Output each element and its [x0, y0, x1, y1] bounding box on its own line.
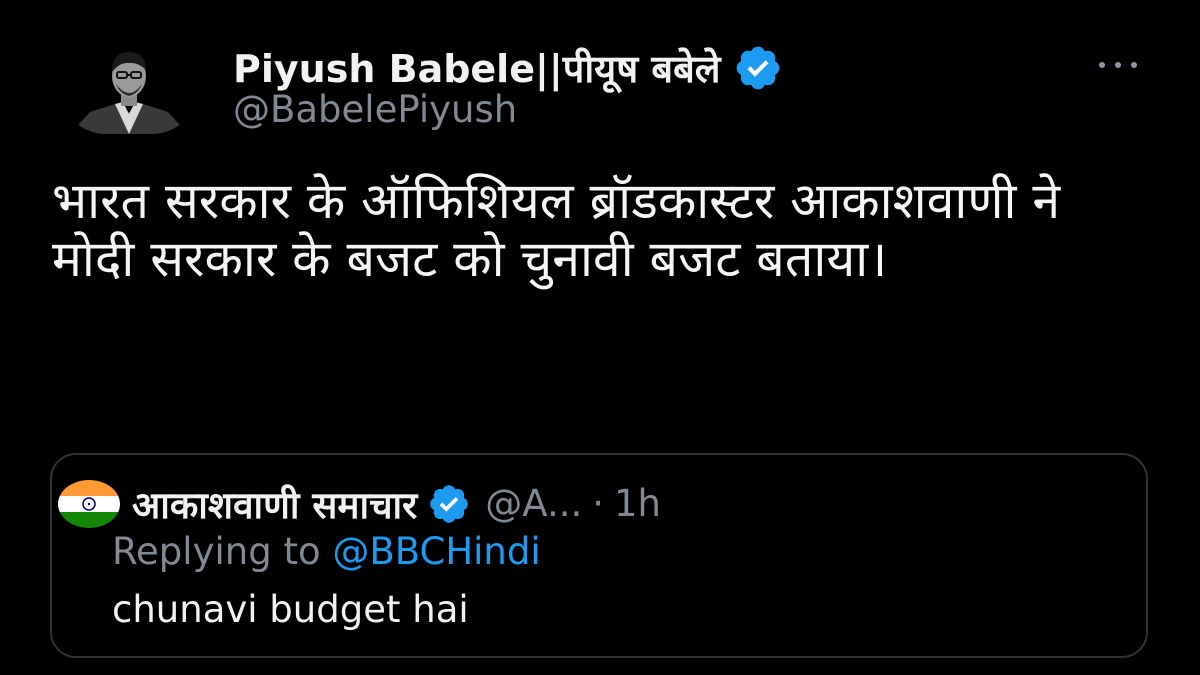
author-display-name[interactable]: Piyush Babele||पीयूष बबेले	[233, 42, 721, 94]
author-name-row: Piyush Babele||पीयूष बबेले	[233, 42, 783, 94]
more-options-icon[interactable]	[1095, 50, 1145, 80]
india-flag-icon[interactable]	[58, 479, 120, 528]
quoted-handle[interactable]: @A...	[485, 482, 582, 525]
tweet-card: Piyush Babele||पीयूष बबेले @BabelePiyush…	[0, 0, 1200, 675]
replying-to-mention[interactable]: @BBCHindi	[332, 530, 540, 573]
author-avatar[interactable]	[60, 42, 198, 134]
author-handle[interactable]: @BabelePiyush	[233, 88, 517, 131]
verified-badge-icon	[430, 484, 469, 523]
quoted-tweet-header: आकाशवाणी समाचार @A... · 1h	[58, 478, 661, 529]
tweet-text: भारत सरकार के ऑफिशियल ब्रॉडकास्टर आकाशवा…	[52, 172, 1061, 288]
profile-photo	[60, 42, 198, 134]
quoted-display-name[interactable]: आकाशवाणी समाचार	[132, 478, 417, 529]
replying-prefix: Replying to	[112, 530, 321, 573]
verified-badge-icon	[736, 46, 779, 90]
quoted-tweet-text: chunavi budget hai	[112, 588, 469, 631]
quoted-timestamp[interactable]: 1h	[614, 482, 661, 525]
separator-dot: ·	[592, 482, 604, 525]
replying-to-line: Replying to @BBCHindi	[112, 530, 541, 573]
